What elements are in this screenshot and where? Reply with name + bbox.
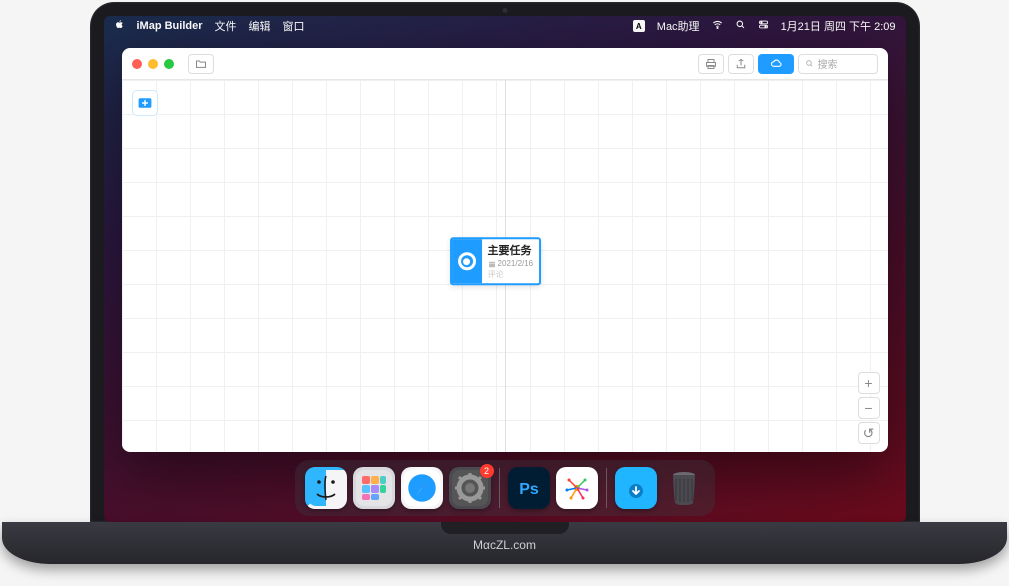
app-name[interactable]: iMap Builder [137,20,203,32]
search-field[interactable]: 搜索 [798,54,878,74]
search-icon[interactable] [735,19,746,33]
zoom-reset-button[interactable]: ↺ [858,422,880,444]
laptop-frame: iMap Builder 文件 编辑 窗口 A Mac助理 1月21日 周四 下… [0,0,1009,586]
canvas[interactable]: 主要任务 2021/2/16 评论 + − ↺ [122,80,888,452]
dock-finder-icon[interactable] [305,467,347,509]
laptop-label: MαcZL.com [473,538,536,552]
menubar-right: A Mac助理 1月21日 周四 下午 2:09 [633,18,896,34]
dock-downloads-icon[interactable] [615,467,657,509]
wifi-icon[interactable] [712,19,723,33]
menubar-left: iMap Builder 文件 编辑 窗口 [114,18,305,34]
dock-safari-icon[interactable] [401,467,443,509]
dock-imap-icon[interactable] [556,467,598,509]
zoom-in-button[interactable]: + [858,372,880,394]
settings-badge: 2 [480,464,494,478]
node-radio-icon [452,239,482,283]
calendar-icon [488,260,496,268]
apple-icon[interactable] [114,19,125,33]
node-body: 主要任务 2021/2/16 评论 [482,239,540,283]
menu-file[interactable]: 文件 [215,18,237,34]
zoom-controls: + − ↺ [858,372,880,444]
minimize-button[interactable] [148,59,158,69]
node-date: 2021/2/16 [488,259,534,268]
dock-launchpad-icon[interactable] [353,467,395,509]
camera-icon [502,8,507,13]
laptop-base: MαcZL.com [2,522,1007,564]
cloud-button[interactable] [758,54,794,74]
zoom-out-button[interactable]: − [858,397,880,419]
dock-trash-icon[interactable] [663,467,705,509]
laptop-notch [441,522,569,534]
traffic-lights [132,59,174,69]
laptop-bezel: iMap Builder 文件 编辑 窗口 A Mac助理 1月21日 周四 下… [90,2,920,522]
add-node-button[interactable] [132,90,158,116]
folder-button[interactable] [188,54,214,74]
main-task-node[interactable]: 主要任务 2021/2/16 评论 [450,237,542,285]
control-center-icon[interactable] [758,19,769,33]
print-button[interactable] [698,54,724,74]
dock-separator-2 [606,468,607,508]
dock-photoshop-icon[interactable]: Ps [508,467,550,509]
dock: 2 Ps [295,460,715,516]
node-title: 主要任务 [488,242,534,258]
node-comment: 评论 [488,269,534,280]
search-placeholder: 搜索 [818,56,838,71]
dock-settings-icon[interactable]: 2 [449,467,491,509]
datetime-label[interactable]: 1月21日 周四 下午 2:09 [781,18,896,34]
menu-edit[interactable]: 编辑 [249,18,271,34]
share-button[interactable] [728,54,754,74]
titlebar: 搜索 [122,48,888,80]
screen: iMap Builder 文件 编辑 窗口 A Mac助理 1月21日 周四 下… [104,16,906,522]
maximize-button[interactable] [164,59,174,69]
app-window: 搜索 主要任务 [122,48,888,452]
helper-label[interactable]: Mac助理 [657,18,700,34]
menubar: iMap Builder 文件 编辑 窗口 A Mac助理 1月21日 周四 下… [104,16,906,36]
svg-text:Ps: Ps [519,481,539,498]
dock-separator [499,468,500,508]
menu-window[interactable]: 窗口 [283,18,305,34]
input-source-icon[interactable]: A [633,20,645,32]
close-button[interactable] [132,59,142,69]
